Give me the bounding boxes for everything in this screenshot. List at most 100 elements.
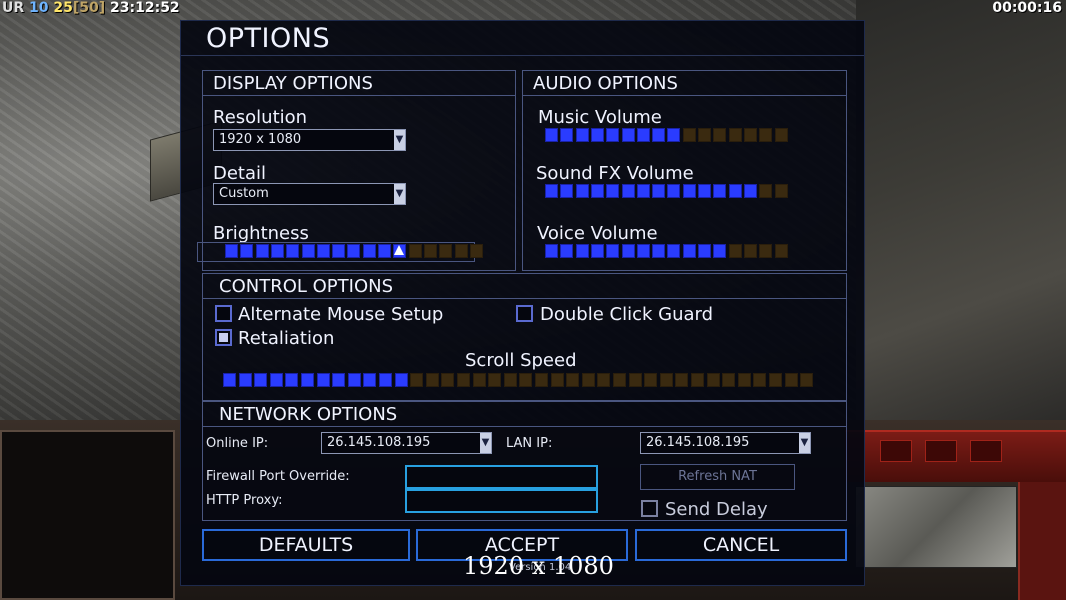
slider-segment — [408, 244, 422, 258]
slider-segment — [566, 373, 580, 387]
lan-ip-dropdown[interactable]: 26.145.108.195 ▼ — [640, 432, 811, 454]
slider-segment — [682, 128, 696, 142]
slider-segment — [667, 244, 681, 258]
slider-segment — [379, 373, 392, 387]
cancel-button[interactable]: CANCEL — [635, 529, 847, 561]
brightness-slider[interactable] — [225, 244, 490, 258]
slider-segment — [713, 184, 727, 198]
display-options-heading: DISPLAY OPTIONS — [213, 73, 373, 94]
slider-segment — [590, 128, 604, 142]
online-ip-label: Online IP: — [206, 436, 269, 451]
scroll-speed-slider[interactable] — [223, 373, 815, 387]
slider-segment — [240, 244, 254, 258]
slider-segment — [606, 128, 620, 142]
detail-value: Custom — [219, 186, 269, 201]
alternate-mouse-label: Alternate Mouse Setup — [238, 304, 444, 325]
audio-options-header: AUDIO OPTIONS — [523, 71, 846, 96]
http-proxy-field[interactable] — [405, 489, 598, 513]
slider-segment — [728, 244, 742, 258]
slider-segment — [590, 244, 604, 258]
control-options-heading: CONTROL OPTIONS — [219, 276, 394, 297]
alternate-mouse-checkbox[interactable] — [215, 305, 232, 322]
slider-segment — [225, 244, 238, 258]
slider-segment — [269, 373, 283, 387]
audio-options-heading: AUDIO OPTIONS — [533, 73, 678, 94]
slider-segment — [667, 128, 681, 142]
music-volume-label: Music Volume — [538, 107, 662, 128]
game-tab-icon — [880, 440, 912, 462]
double-click-guard-checkbox[interactable] — [516, 305, 533, 322]
slider-segment — [621, 244, 635, 258]
slider-thumb-icon[interactable] — [394, 245, 405, 255]
slider-segment — [347, 373, 361, 387]
resolution-overlay-text: 1920 x 1080 — [463, 552, 614, 580]
hud-count-b: 25 — [53, 0, 73, 16]
game-rocks — [856, 0, 1066, 420]
slider-segment — [301, 244, 315, 258]
slider-segment — [698, 184, 711, 198]
slider-segment — [238, 373, 252, 387]
dialog-title: OPTIONS — [206, 23, 331, 54]
slider-segment — [316, 244, 330, 258]
slider-segment — [254, 373, 268, 387]
send-delay-checkbox[interactable] — [641, 500, 658, 517]
refresh-nat-button[interactable]: Refresh NAT — [640, 464, 795, 490]
chevron-down-icon[interactable]: ▼ — [799, 433, 810, 453]
slider-segment — [713, 244, 727, 258]
slider-segment — [457, 373, 470, 387]
resolution-value: 1920 x 1080 — [219, 132, 302, 147]
display-options-header: DISPLAY OPTIONS — [203, 71, 515, 96]
voice-volume-slider[interactable] — [545, 244, 810, 258]
slider-segment — [378, 244, 391, 258]
slider-segment — [691, 373, 704, 387]
slider-segment — [575, 244, 589, 258]
music-volume-slider[interactable] — [545, 128, 810, 142]
chevron-down-icon[interactable]: ▼ — [480, 433, 491, 453]
send-delay-label: Send Delay — [665, 499, 768, 520]
defaults-button[interactable]: DEFAULTS — [202, 529, 410, 561]
slider-segment — [255, 244, 269, 258]
slider-segment — [347, 244, 361, 258]
options-dialog: OPTIONS DISPLAY OPTIONS Resolution 1920 … — [180, 20, 865, 586]
slider-segment — [675, 373, 689, 387]
slider-segment — [560, 128, 574, 142]
slider-segment — [545, 128, 558, 142]
retaliation-checkbox[interactable] — [215, 329, 232, 346]
slider-segment — [800, 373, 814, 387]
slider-segment — [535, 373, 548, 387]
detail-dropdown[interactable]: Custom ▼ — [213, 183, 406, 205]
firewall-port-field[interactable] — [405, 465, 598, 489]
slider-segment — [332, 373, 346, 387]
chevron-down-icon[interactable]: ▼ — [394, 130, 405, 150]
slider-segment — [575, 128, 589, 142]
slider-segment — [519, 373, 533, 387]
resolution-dropdown[interactable]: 1920 x 1080 ▼ — [213, 129, 406, 151]
slider-segment — [454, 244, 468, 258]
slider-segment — [753, 373, 767, 387]
slider-segment — [759, 184, 773, 198]
slider-segment — [682, 184, 696, 198]
sfx-volume-slider[interactable] — [545, 184, 810, 198]
chevron-down-icon[interactable]: ▼ — [394, 184, 405, 204]
slider-segment — [270, 244, 284, 258]
slider-segment — [545, 184, 558, 198]
network-options-header: NETWORK OPTIONS — [203, 402, 846, 427]
lan-ip-label: LAN IP: — [506, 436, 553, 451]
slider-segment — [301, 373, 314, 387]
slider-segment — [737, 373, 751, 387]
slider-segment — [743, 244, 757, 258]
slider-segment — [394, 373, 408, 387]
slider-segment — [621, 128, 635, 142]
slider-segment — [728, 184, 742, 198]
hud-clock: 23:12:52 — [110, 0, 180, 16]
control-options-header: CONTROL OPTIONS — [203, 274, 846, 299]
title-divider — [181, 55, 864, 56]
slider-segment — [759, 244, 773, 258]
hud-timer: 00:00:16 — [992, 0, 1062, 16]
slider-segment — [769, 373, 782, 387]
game-star-icon — [925, 440, 957, 462]
online-ip-dropdown[interactable]: 26.145.108.195 ▼ — [321, 432, 492, 454]
slider-segment — [621, 184, 635, 198]
slider-segment — [581, 373, 595, 387]
retaliation-label: Retaliation — [238, 328, 335, 349]
